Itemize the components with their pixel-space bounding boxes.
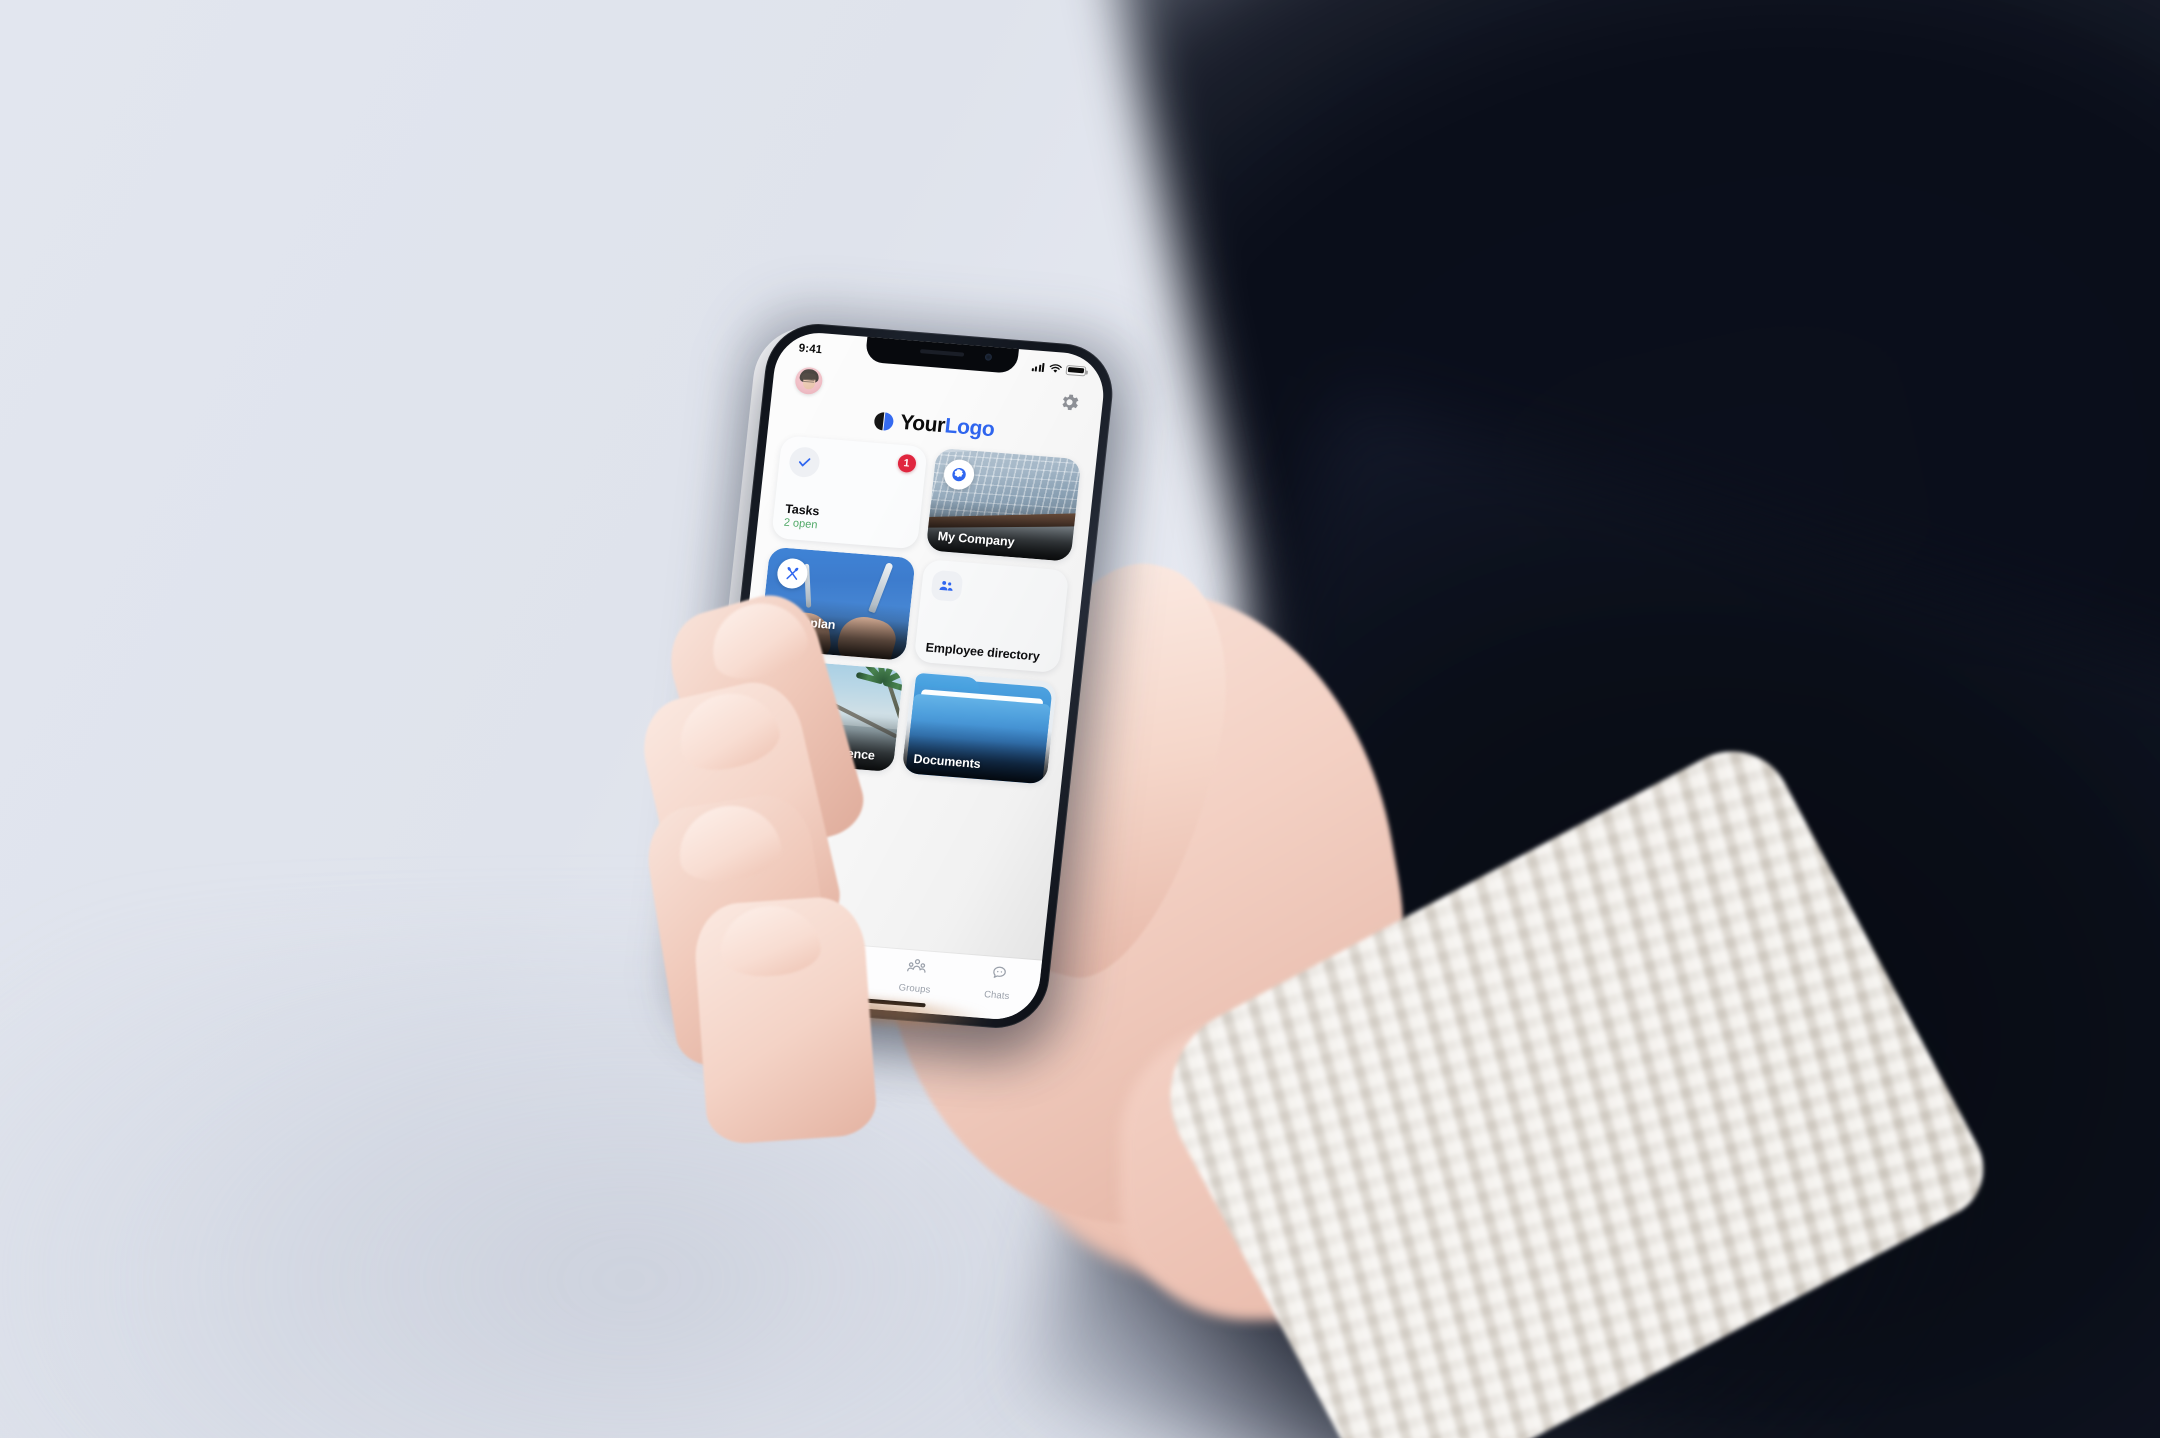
fingers-overlay bbox=[0, 0, 2160, 1438]
scene: 9:41 YourLogo 1 Tasks 2 open My Company … bbox=[0, 0, 2160, 1438]
